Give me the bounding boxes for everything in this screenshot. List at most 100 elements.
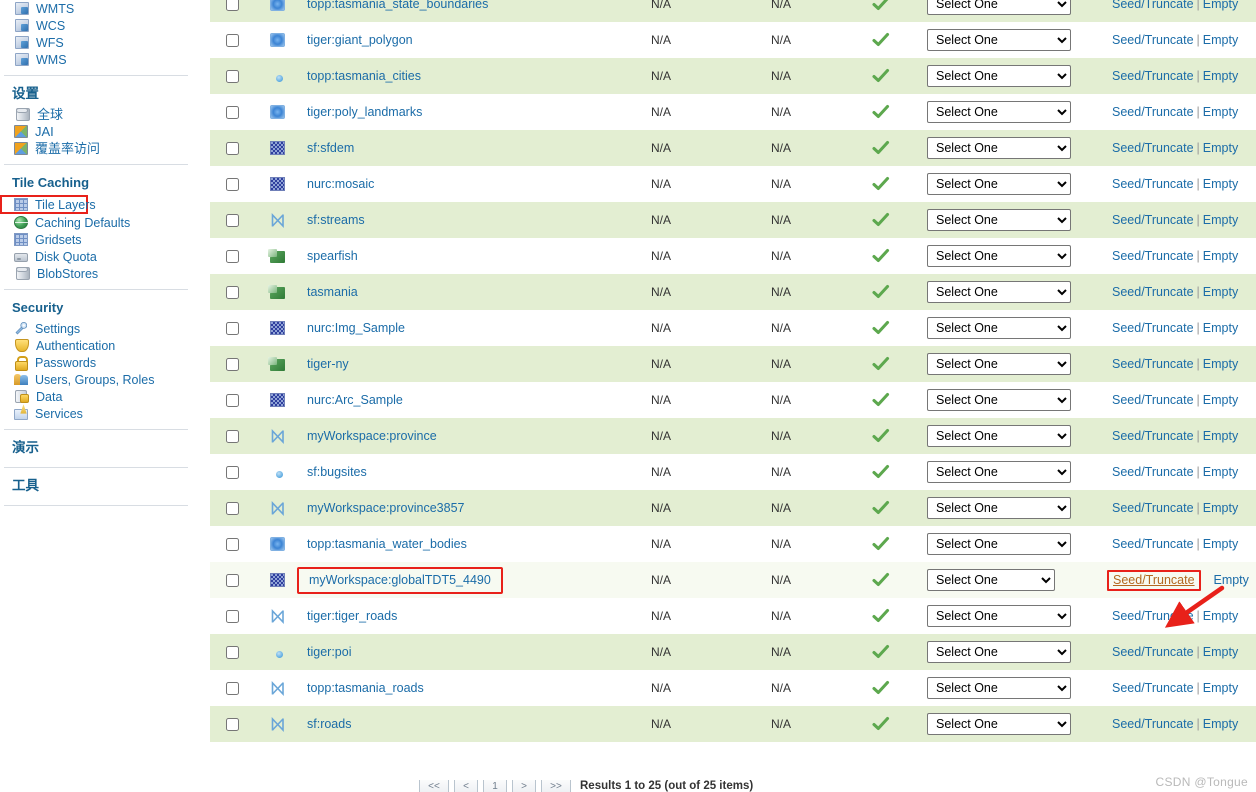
gridset-select[interactable]: Select OneEPSG:4326EPSG:900913: [927, 569, 1055, 591]
layer-name-link[interactable]: myWorkspace:province: [307, 429, 437, 443]
empty-link[interactable]: Empty: [1203, 501, 1238, 515]
empty-link[interactable]: Empty: [1203, 681, 1238, 695]
pagination-first-button[interactable]: <<: [419, 780, 449, 792]
row-checkbox[interactable]: [225, 718, 239, 732]
empty-link[interactable]: Empty: [1203, 321, 1238, 335]
layer-name-link[interactable]: topp:tasmania_state_boundaries: [307, 0, 488, 11]
sidebar-item-users-groups-roles[interactable]: Users, Groups, Roles: [0, 371, 196, 388]
row-checkbox[interactable]: [225, 250, 239, 264]
row-checkbox[interactable]: [225, 466, 239, 480]
gridset-select[interactable]: Select OneEPSG:4326EPSG:900913: [927, 317, 1071, 339]
row-checkbox[interactable]: [225, 610, 239, 624]
seed-truncate-link[interactable]: Seed/Truncate: [1112, 537, 1194, 551]
layer-name-link[interactable]: nurc:Arc_Sample: [307, 393, 403, 407]
row-checkbox[interactable]: [225, 646, 239, 660]
gridset-select[interactable]: Select OneEPSG:4326EPSG:900913: [927, 101, 1071, 123]
empty-link[interactable]: Empty: [1203, 33, 1238, 47]
pagination-prev-button[interactable]: <: [454, 780, 478, 792]
seed-truncate-link[interactable]: Seed/Truncate: [1112, 105, 1194, 119]
layer-name-link[interactable]: topp:tasmania_cities: [307, 69, 421, 83]
gridset-select[interactable]: Select OneEPSG:4326EPSG:900913: [927, 281, 1071, 303]
empty-link[interactable]: Empty: [1203, 537, 1238, 551]
empty-link[interactable]: Empty: [1203, 717, 1238, 731]
empty-link[interactable]: Empty: [1203, 465, 1238, 479]
layer-name-link[interactable]: sf:streams: [307, 213, 365, 227]
seed-truncate-link[interactable]: Seed/Truncate: [1112, 501, 1194, 515]
row-checkbox[interactable]: [225, 682, 239, 696]
empty-link[interactable]: Empty: [1203, 105, 1238, 119]
seed-truncate-link[interactable]: Seed/Truncate: [1112, 141, 1194, 155]
sidebar-item-wcs[interactable]: WCS: [0, 17, 196, 34]
row-checkbox[interactable]: [225, 538, 239, 552]
sidebar-item-coverage-access[interactable]: 覆盖率访问: [0, 140, 196, 157]
seed-truncate-link[interactable]: Seed/Truncate: [1112, 285, 1194, 299]
row-checkbox[interactable]: [225, 394, 239, 408]
gridset-select[interactable]: Select OneEPSG:4326EPSG:900913: [927, 497, 1071, 519]
row-checkbox[interactable]: [225, 322, 239, 336]
gridset-select[interactable]: Select OneEPSG:4326EPSG:900913: [927, 425, 1071, 447]
gridset-select[interactable]: Select OneEPSG:4326EPSG:900913: [927, 605, 1071, 627]
seed-truncate-link[interactable]: Seed/Truncate: [1112, 0, 1194, 11]
layer-name-link[interactable]: tiger:poi: [307, 645, 351, 659]
gridset-select[interactable]: Select OneEPSG:4326EPSG:900913: [927, 641, 1071, 663]
sidebar-item-settings[interactable]: Settings: [0, 320, 196, 337]
gridset-select[interactable]: Select OneEPSG:4326EPSG:900913: [927, 713, 1071, 735]
layer-name-link[interactable]: tiger:poly_landmarks: [307, 105, 422, 119]
seed-truncate-link[interactable]: Seed/Truncate: [1112, 717, 1194, 731]
seed-truncate-link[interactable]: Seed/Truncate: [1112, 321, 1194, 335]
layer-name-link[interactable]: sf:bugsites: [307, 465, 367, 479]
row-checkbox[interactable]: [225, 286, 239, 300]
sidebar-item-data[interactable]: Data: [0, 388, 196, 405]
seed-truncate-link[interactable]: Seed/Truncate: [1112, 33, 1194, 47]
layer-name-link[interactable]: tiger:tiger_roads: [307, 609, 397, 623]
gridset-select[interactable]: Select OneEPSG:4326EPSG:900913: [927, 677, 1071, 699]
layer-name-link[interactable]: tiger-ny: [307, 357, 349, 371]
sidebar-item-wfs[interactable]: WFS: [0, 34, 196, 51]
layer-name-link[interactable]: nurc:mosaic: [307, 177, 374, 191]
empty-link[interactable]: Empty: [1203, 357, 1238, 371]
sidebar-item-blobstores[interactable]: BlobStores: [0, 265, 196, 282]
layer-name-link[interactable]: myWorkspace:globalTDT5_4490: [309, 573, 491, 587]
gridset-select[interactable]: Select OneEPSG:4326EPSG:900913: [927, 29, 1071, 51]
gridset-select[interactable]: Select OneEPSG:4326EPSG:900913: [927, 137, 1071, 159]
empty-link[interactable]: Empty: [1213, 573, 1248, 587]
row-checkbox[interactable]: [225, 430, 239, 444]
row-checkbox[interactable]: [225, 142, 239, 156]
empty-link[interactable]: Empty: [1203, 609, 1238, 623]
gridset-select[interactable]: Select OneEPSG:4326EPSG:900913: [927, 173, 1071, 195]
row-checkbox[interactable]: [225, 70, 239, 84]
sidebar-item-wmts[interactable]: WMTS: [0, 0, 196, 17]
layer-name-link[interactable]: topp:tasmania_roads: [307, 681, 424, 695]
gridset-select[interactable]: Select OneEPSG:4326EPSG:900913: [927, 209, 1071, 231]
layer-name-link[interactable]: myWorkspace:province3857: [307, 501, 464, 515]
sidebar-item-passwords[interactable]: Passwords: [0, 354, 196, 371]
gridset-select[interactable]: Select OneEPSG:4326EPSG:900913: [927, 0, 1071, 15]
seed-truncate-link[interactable]: Seed/Truncate: [1112, 249, 1194, 263]
empty-link[interactable]: Empty: [1203, 141, 1238, 155]
seed-truncate-link[interactable]: Seed/Truncate: [1112, 681, 1194, 695]
layer-name-link[interactable]: sf:sfdem: [307, 141, 354, 155]
row-checkbox[interactable]: [225, 0, 239, 12]
row-checkbox[interactable]: [225, 214, 239, 228]
sidebar-item-authentication[interactable]: Authentication: [0, 337, 196, 354]
sidebar-item-caching-defaults[interactable]: Caching Defaults: [0, 214, 196, 231]
empty-link[interactable]: Empty: [1203, 645, 1238, 659]
sidebar-item-services[interactable]: Services: [0, 405, 196, 422]
sidebar-item-wms[interactable]: WMS: [0, 51, 196, 68]
empty-link[interactable]: Empty: [1203, 393, 1238, 407]
row-checkbox[interactable]: [225, 106, 239, 120]
empty-link[interactable]: Empty: [1203, 213, 1238, 227]
sidebar-item-gridsets[interactable]: Gridsets: [0, 231, 196, 248]
sidebar-item-disk-quota[interactable]: Disk Quota: [0, 248, 196, 265]
seed-truncate-link[interactable]: Seed/Truncate: [1112, 69, 1194, 83]
pagination-last-button[interactable]: >>: [541, 780, 571, 792]
gridset-select[interactable]: Select OneEPSG:4326EPSG:900913: [927, 461, 1071, 483]
seed-truncate-link[interactable]: Seed/Truncate: [1112, 429, 1194, 443]
empty-link[interactable]: Empty: [1203, 0, 1238, 11]
empty-link[interactable]: Empty: [1203, 69, 1238, 83]
gridset-select[interactable]: Select OneEPSG:4326EPSG:900913: [927, 533, 1071, 555]
seed-truncate-link[interactable]: Seed/Truncate: [1112, 177, 1194, 191]
gridset-select[interactable]: Select OneEPSG:4326EPSG:900913: [927, 245, 1071, 267]
row-checkbox[interactable]: [225, 574, 239, 588]
layer-name-link[interactable]: tasmania: [307, 285, 358, 299]
